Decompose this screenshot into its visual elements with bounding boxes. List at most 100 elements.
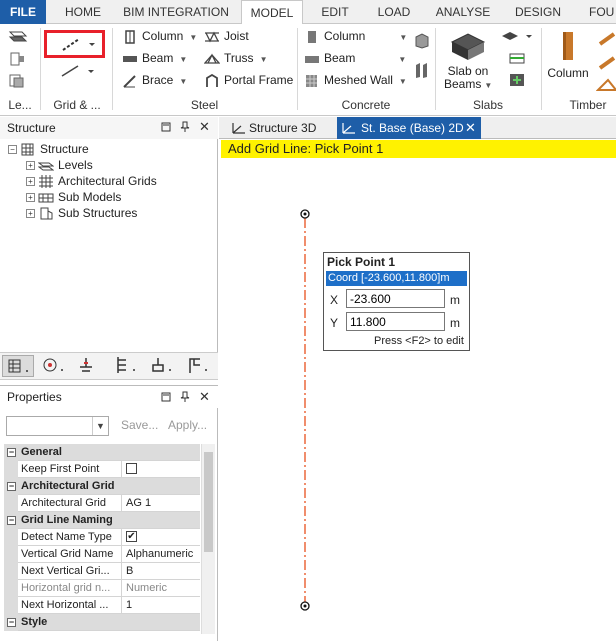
members-view-icon[interactable]	[110, 355, 142, 377]
category-general[interactable]: − General	[4, 444, 200, 461]
group-label-steel: Steel	[190, 98, 219, 112]
steel-column-button[interactable]: Column ▼	[122, 26, 197, 46]
levels-icon[interactable]	[8, 28, 28, 47]
expand-icon[interactable]: +	[26, 177, 35, 187]
y-label: Y	[330, 316, 339, 330]
pin-icon[interactable]	[180, 391, 190, 406]
portal-frame-icon	[206, 73, 218, 87]
close-icon[interactable]: ✕	[199, 389, 210, 405]
slab-tool-icon[interactable]	[500, 28, 534, 47]
concrete-beam-icon	[305, 55, 319, 63]
tab-file[interactable]: FILE	[0, 0, 46, 24]
tab-foundation[interactable]: FOU	[583, 0, 616, 24]
timber-beam-icon[interactable]	[595, 28, 616, 101]
scrollbar-thumb[interactable]	[204, 452, 213, 552]
scrollbar[interactable]	[201, 444, 215, 634]
detect-name-type-checkbox[interactable]: ✔	[126, 530, 137, 542]
grid-line-icon[interactable]	[58, 62, 100, 83]
property-row[interactable]: Next Vertical Gri... B	[4, 563, 200, 580]
pick-point-popup: Pick Point 1 Coord [-23.600,11.800]m X m…	[323, 252, 470, 351]
loading-view-icon[interactable]	[38, 355, 70, 377]
meshed-wall-button[interactable]: Meshed Wall ▼	[304, 70, 407, 90]
structure-view-icon[interactable]	[2, 355, 34, 377]
doc-tab-st-base-2d[interactable]: St. Base (Base) 2D ✕	[337, 117, 481, 139]
expand-icon[interactable]: +	[26, 209, 35, 219]
category-style[interactable]: − Style	[4, 614, 200, 631]
supports-view-icon[interactable]	[74, 355, 106, 377]
x-unit: m	[450, 293, 460, 307]
structure-icon	[21, 143, 34, 156]
property-row[interactable]: Architectural Grid AG 1	[4, 495, 200, 512]
chevron-down-icon[interactable]: ▼	[92, 417, 108, 435]
category-grid-line-naming[interactable]: − Grid Line Naming	[4, 512, 200, 529]
tab-edit[interactable]: EDIT	[314, 0, 356, 24]
property-row[interactable]: Keep First Point	[4, 461, 200, 478]
slab-on-beams-button[interactable]: Slab on Beams ▼	[444, 30, 492, 92]
close-tab-icon[interactable]: ✕	[465, 117, 476, 139]
steel-brace-button[interactable]: Brace ▼	[122, 70, 187, 90]
tab-load[interactable]: LOAD	[368, 0, 420, 24]
concrete-column-button[interactable]: Column ▼	[304, 26, 407, 46]
property-preset-select[interactable]: ▼	[6, 416, 109, 436]
save-button[interactable]: Save...	[121, 418, 158, 432]
y-coordinate-input[interactable]	[346, 312, 445, 331]
tree-item-architectural-grids[interactable]: + Architectural Grids	[26, 173, 157, 189]
structure-view-switcher	[0, 352, 218, 380]
tab-design[interactable]: DESIGN	[508, 0, 568, 24]
steel-beam-button[interactable]: Beam ▼	[122, 48, 187, 68]
property-row[interactable]: Vertical Grid Name Alphanumeric	[4, 546, 200, 563]
pin-icon[interactable]	[180, 121, 190, 136]
apply-button[interactable]: Apply...	[168, 418, 207, 432]
close-icon[interactable]: ✕	[199, 119, 210, 135]
ribbon-tab-bar: FILE HOME BIM INTEGRATION MODEL EDIT LOA…	[0, 0, 616, 25]
expand-icon[interactable]: +	[26, 193, 35, 203]
tree-item-sub-models[interactable]: + Sub Models	[26, 189, 121, 205]
tab-home[interactable]: HOME	[58, 0, 108, 24]
collapse-icon[interactable]: −	[7, 448, 16, 457]
panel-dropdown-icon[interactable]	[161, 391, 171, 406]
foundations-view-icon[interactable]	[146, 355, 178, 377]
slab-edge-icon[interactable]	[508, 50, 526, 69]
tree-item-sub-structures[interactable]: + Sub Structures	[26, 205, 137, 221]
tree-item-levels[interactable]: + Levels	[26, 157, 93, 173]
group-divider	[40, 28, 41, 110]
structure-panel: Structure ✕ − Structure + Levels + Architec…	[0, 117, 218, 380]
steel-beam-icon	[123, 55, 137, 62]
keep-first-point-checkbox[interactable]	[126, 462, 137, 474]
joist-button[interactable]: Joist	[204, 26, 249, 46]
tree-root[interactable]: − Structure	[8, 141, 89, 157]
property-row[interactable]: Next Horizontal ... 1	[4, 597, 200, 614]
level-delete-icon[interactable]	[8, 51, 26, 70]
collapse-icon[interactable]: −	[8, 145, 17, 155]
doc-tab-structure-3d[interactable]: Structure 3D	[227, 117, 339, 139]
tab-analyse[interactable]: ANALYSE	[432, 0, 494, 24]
level-copy-icon[interactable]	[8, 73, 26, 92]
property-row[interactable]: Detect Name Type ✔	[4, 529, 200, 546]
concrete-block-icon[interactable]	[413, 32, 431, 53]
grid-line-preview	[300, 209, 310, 611]
3d-view-icon	[232, 123, 245, 134]
slab-add-icon[interactable]	[508, 72, 526, 91]
frames-view-icon[interactable]	[182, 355, 214, 377]
steel-brace-icon	[123, 75, 136, 88]
tab-model[interactable]: MODEL	[241, 0, 303, 25]
drawing-canvas[interactable]: Pick Point 1 Coord [-23.600,11.800]m X m…	[221, 158, 616, 641]
slab-on-beams-icon	[450, 33, 486, 60]
concrete-wall-icon[interactable]	[413, 62, 431, 83]
add-grid-line-button[interactable]	[44, 30, 105, 58]
collapse-icon[interactable]: −	[7, 618, 16, 627]
collapse-icon[interactable]: −	[7, 482, 16, 491]
category-architectural-grid[interactable]: − Architectural Grid	[4, 478, 200, 495]
concrete-beam-button[interactable]: Beam ▼	[304, 48, 406, 68]
tab-bim-integration[interactable]: BIM INTEGRATION	[122, 0, 230, 24]
panel-dropdown-icon[interactable]	[161, 121, 171, 136]
collapse-icon[interactable]: −	[7, 516, 16, 525]
property-row[interactable]: Horizontal grid n... Numeric	[4, 580, 200, 597]
coord-readout: Coord [-23.600,11.800]m	[326, 271, 467, 286]
truss-button[interactable]: Truss ▼	[204, 48, 267, 68]
x-coordinate-input[interactable]	[346, 289, 445, 308]
expand-icon[interactable]: +	[26, 161, 35, 171]
portal-frame-button[interactable]: Portal Frame	[204, 70, 293, 90]
properties-panel: Properties ✕ ▼ Save... Apply... − General…	[0, 385, 218, 641]
timber-column-button[interactable]: Column	[546, 30, 590, 80]
